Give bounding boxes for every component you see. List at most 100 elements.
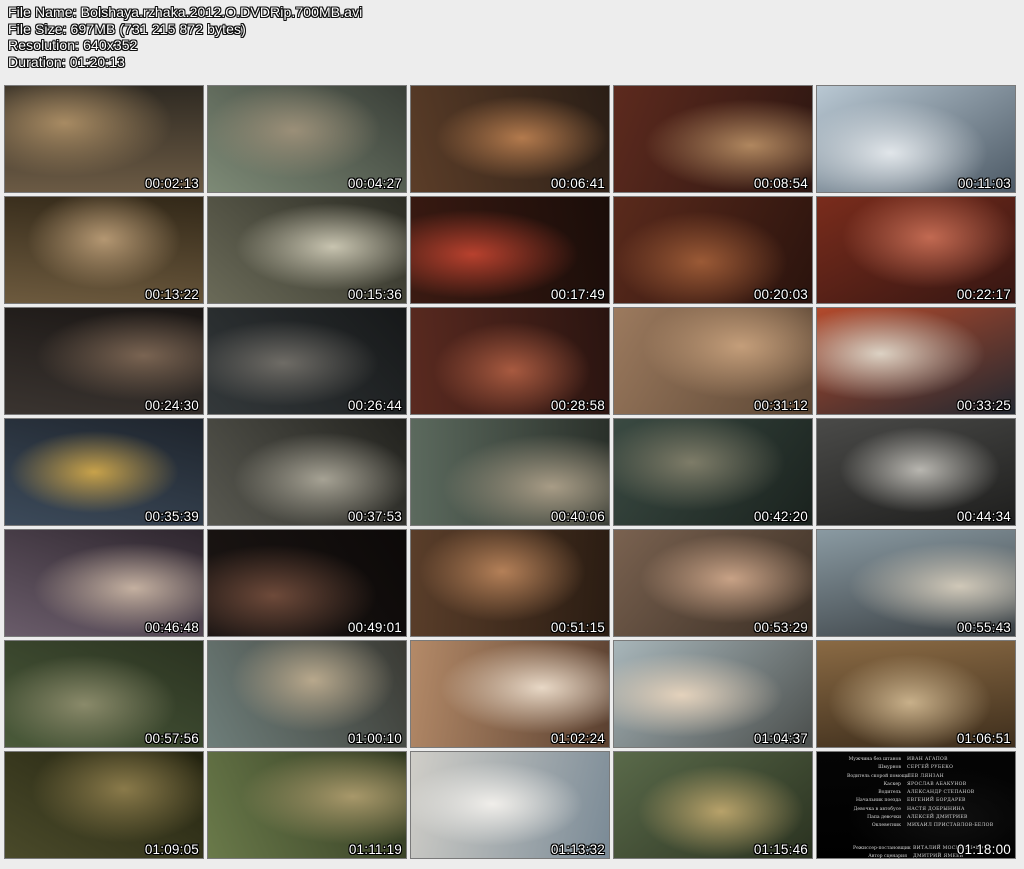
credit-name: ЯРОСЛАВ АБАКУНОВ <box>907 781 967 787</box>
timestamp-label: 00:55:43 <box>956 620 1011 635</box>
thumbnail-frame: 01:06:51 <box>816 640 1016 748</box>
thumbnail-frame: 00:11:03 <box>816 85 1016 193</box>
timestamp-label: 00:33:25 <box>956 398 1011 413</box>
timestamp-label: 00:40:06 <box>550 509 605 524</box>
thumbnail-frame: 00:24:30 <box>4 307 204 415</box>
thumbnail-frame: Мужчина без штанов ИВАН АГАПОВ Шмурнов СЕРГ… <box>816 751 1016 859</box>
thumbnail-frame: 01:09:05 <box>4 751 204 859</box>
timestamp-label: 01:06:51 <box>956 731 1011 746</box>
thumbnail-frame: 00:46:48 <box>4 529 204 637</box>
credit-role: Девочка в автобусе <box>853 806 901 812</box>
timestamp-label: 01:13:32 <box>550 842 605 857</box>
timestamp-label: 00:31:12 <box>753 398 808 413</box>
timestamp-label: 00:24:30 <box>144 398 199 413</box>
credit-name: ИВАН АГАПОВ <box>907 757 948 762</box>
timestamp-label: 01:09:05 <box>144 842 199 857</box>
credit-row: Начальник поезда ЕВГЕНИЙ БОРДАРЕВ <box>847 797 1009 805</box>
timestamp-label: 00:13:22 <box>144 287 199 302</box>
credit-role: Папа девочки <box>867 815 901 821</box>
file-size-text: File Size: 697MB (731 215 872 bytes) <box>8 20 246 37</box>
thumbnail-frame: 00:02:13 <box>4 85 204 193</box>
credit-name: НАСТЯ ДОБРЫНИНА <box>907 806 965 812</box>
credit-name: СЕРГЕЙ РУБЕКО <box>907 765 954 771</box>
timestamp-label: 01:18:00 <box>956 842 1011 857</box>
thumbnail-frame: 00:17:49 <box>410 196 610 304</box>
thumbnail-frame: 00:04:27 <box>207 85 407 193</box>
thumbnail-frame: 00:51:15 <box>410 529 610 637</box>
thumbnail-frame: 00:13:22 <box>4 196 204 304</box>
timestamp-label: 00:49:01 <box>347 620 402 635</box>
thumbnail-frame: 00:40:06 <box>410 418 610 526</box>
credit-row: Шмурнов СЕРГЕЙ РУБЕКО <box>847 764 1009 772</box>
credit-name: АЛЕКСЕЙ ДМИТРИЕВ <box>907 815 968 821</box>
timestamp-label: 00:44:34 <box>956 509 1011 524</box>
credit-role: Мужчина без штанов <box>848 757 901 762</box>
timestamp-label: 00:51:15 <box>550 620 605 635</box>
thumbnail-frame: 01:13:32 <box>410 751 610 859</box>
credit-role: Режиссер-постановщик <box>853 845 911 851</box>
credit-role: Оклеветник <box>871 823 901 829</box>
credit-row: Водитель АЛЕКСАНДР СТЕПАНОВ <box>847 789 1009 797</box>
credit-name: ЕВГЕНИЙ БОРДАРЕВ <box>907 798 966 804</box>
timestamp-label: 00:17:49 <box>550 287 605 302</box>
thumbnail-frame: 00:22:17 <box>816 196 1016 304</box>
credit-row: Каскер ЯРОСЛАВ АБАКУНОВ <box>847 781 1009 789</box>
credit-name: АЛЕКСАНДР СТЕПАНОВ <box>907 790 975 796</box>
timestamp-label: 00:57:56 <box>144 731 199 746</box>
timestamp-label: 00:02:13 <box>144 176 199 191</box>
thumbnail-frame: 00:55:43 <box>816 529 1016 637</box>
file-info-block: File Name: Bolshaya.rzhaka.2012.O.DVDRip… <box>8 4 362 70</box>
thumbnail-frame: 00:28:58 <box>410 307 610 415</box>
thumbnail-frame: 00:57:56 <box>4 640 204 748</box>
credit-role: Шмурнов <box>878 765 901 771</box>
thumbnail-frame: 01:02:24 <box>410 640 610 748</box>
timestamp-label: 00:11:03 <box>957 176 1011 191</box>
timestamp-label: 00:46:48 <box>144 620 199 635</box>
timestamp-label: 00:20:03 <box>753 287 808 302</box>
credit-row: Водитель скорой помощи ЛЕВ ЛЯНЗАН <box>847 773 1009 781</box>
thumbnail-frame: 00:49:01 <box>207 529 407 637</box>
credit-role: Автор сценария <box>868 853 907 859</box>
thumbnail-frame: 01:15:46 <box>613 751 813 859</box>
thumbnail-frame: 00:20:03 <box>613 196 813 304</box>
credit-role: Начальник поезда <box>855 798 901 804</box>
credit-role: Водитель <box>878 790 901 796</box>
credit-role: Каскер <box>883 781 901 787</box>
timestamp-label: 00:35:39 <box>144 509 199 524</box>
thumbnail-frame: 00:35:39 <box>4 418 204 526</box>
thumbnail-frame: 00:31:12 <box>613 307 813 415</box>
credit-name: МИХАИЛ ПРИСТАВЛОВ-БЕЛОВ <box>907 823 994 829</box>
credit-name: ЛЕВ ЛЯНЗАН <box>907 773 944 779</box>
timestamp-label: 00:26:44 <box>347 398 402 413</box>
credit-row: Мужчина без штанов ИВАН АГАПОВ <box>847 756 1009 764</box>
thumbnail-frame: 00:42:20 <box>613 418 813 526</box>
thumbnail-frame: 00:53:29 <box>613 529 813 637</box>
timestamp-label: 01:11:19 <box>348 842 402 857</box>
timestamp-label: 00:37:53 <box>347 509 402 524</box>
timestamp-label: 00:06:41 <box>550 176 605 191</box>
timestamp-label: 00:15:36 <box>347 287 402 302</box>
file-name-text: File Name: Bolshaya.rzhaka.2012.O.DVDRip… <box>8 4 363 20</box>
thumbnail-frame: 00:15:36 <box>207 196 407 304</box>
timestamp-label: 00:53:29 <box>753 620 808 635</box>
credit-row: Девочка в автобусе НАСТЯ ДОБРЫНИНА <box>847 806 1009 814</box>
thumbnail-frame: 00:26:44 <box>207 307 407 415</box>
thumbnail-frame: 01:11:19 <box>207 751 407 859</box>
timestamp-label: 01:15:46 <box>753 842 808 857</box>
timestamp-label: 00:28:58 <box>550 398 605 413</box>
thumbnail-frame: 01:00:10 <box>207 640 407 748</box>
timestamp-label: 00:22:17 <box>956 287 1011 302</box>
timestamp-label: 01:00:10 <box>347 731 402 746</box>
timestamp-label: 00:04:27 <box>347 176 402 191</box>
thumbnail-frame: 00:44:34 <box>816 418 1016 526</box>
thumbnail-frame: 01:04:37 <box>613 640 813 748</box>
thumbnail-frame: 00:37:53 <box>207 418 407 526</box>
timestamp-label: 01:02:24 <box>550 731 605 746</box>
credit-row: Папа девочки АЛЕКСЕЙ ДМИТРИЕВ <box>847 814 1009 822</box>
timestamp-label: 00:08:54 <box>753 176 808 191</box>
timestamp-label: 00:42:20 <box>753 509 808 524</box>
thumbnail-frame: 00:06:41 <box>410 85 610 193</box>
duration-text: Duration: 01:20:13 <box>8 53 125 70</box>
credit-role: Водитель скорой помощи <box>847 773 910 779</box>
timestamp-label: 01:04:37 <box>753 731 808 746</box>
